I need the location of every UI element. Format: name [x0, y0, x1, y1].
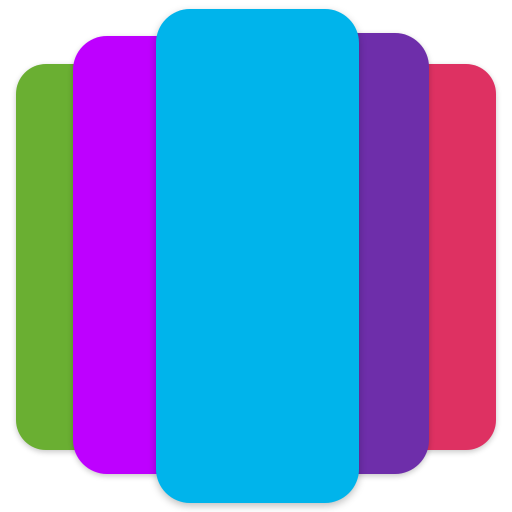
- app-icon: [0, 0, 512, 512]
- cyan-card: [156, 9, 359, 503]
